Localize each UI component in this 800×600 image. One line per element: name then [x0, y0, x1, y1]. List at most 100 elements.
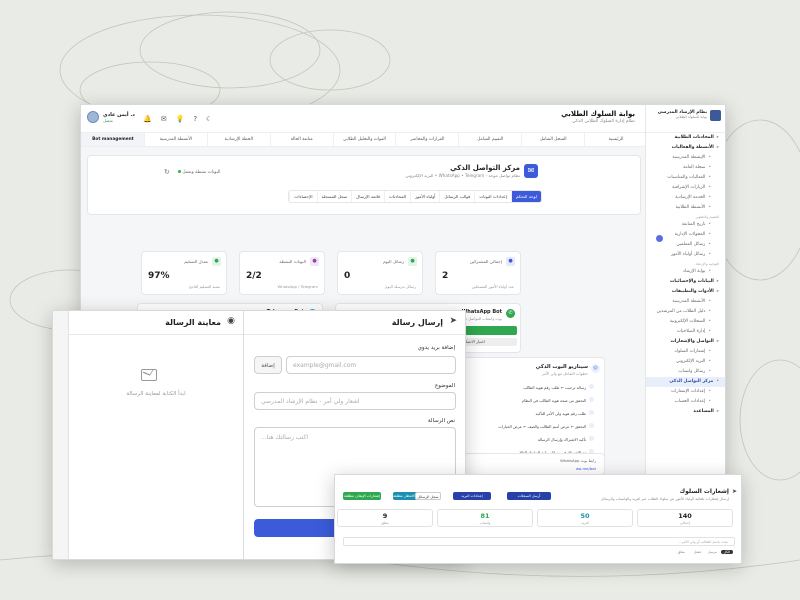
- sidebar-item-4[interactable]: • الفعاليات والمناسبات: [646, 173, 725, 183]
- moon-icon[interactable]: ☾: [206, 115, 212, 123]
- sidebar-item-17[interactable]: • الأنشطة المدرسية: [646, 297, 725, 307]
- sidebar-item-label: الأدوات والتطبيقات: [671, 289, 714, 294]
- envelope-icon: [141, 369, 157, 381]
- user-profile[interactable]: د. أيمن عادي متصل: [87, 111, 135, 123]
- tab-0[interactable]: الرئيسية: [584, 133, 647, 146]
- sidebar-item-28[interactable]: ▸ المساعدة: [646, 407, 725, 417]
- tab-5[interactable]: متابعة الحالة: [269, 133, 333, 146]
- bullet-icon: •: [708, 309, 711, 314]
- sidebar-item-18[interactable]: • دليل الطلاب من المرشدين: [646, 307, 725, 317]
- tab-2[interactable]: التقييم الشامل: [458, 133, 521, 146]
- subtab-5[interactable]: قائمة الإرسال: [351, 191, 385, 202]
- filter-tab-3[interactable]: معلق: [678, 550, 685, 554]
- sidebar-item-8: التقييم والتطوير: [646, 213, 725, 220]
- avatar[interactable]: [87, 111, 99, 123]
- sidebar-item-19[interactable]: • السجلات الإلكترونية: [646, 317, 725, 327]
- sidebar-item-12[interactable]: • رسائل أولياء الأمور: [646, 250, 725, 260]
- summary-stat: 81 واتساب: [437, 509, 533, 527]
- refresh-icon[interactable]: ↻: [164, 168, 170, 176]
- tab-8[interactable]: Bot management: [81, 133, 144, 146]
- stat-hint: نسبة التسليم الناجح: [188, 284, 220, 289]
- step-text: طلب رقم هوية ولي الأمر للتأكيد: [535, 411, 586, 416]
- search-input[interactable]: بحث باسم الطالب أو ولي الأمر...: [343, 537, 735, 546]
- tab-7[interactable]: الأنشطة المدرسية: [143, 133, 207, 146]
- preview-title: معاينة الرسالة: [165, 318, 221, 327]
- tab-1[interactable]: السجل الشامل: [521, 133, 584, 146]
- subtab-0[interactable]: لوحة التحكم: [510, 191, 541, 202]
- action-button-0[interactable]: إشعارات الإيقاف مطلقة: [343, 492, 381, 500]
- tab-4[interactable]: الفوات والتحليل الطلابي: [332, 133, 396, 146]
- scenario-step: تأكيد الاشتراك وإرسال الرسالة: [538, 436, 594, 442]
- subtab-1[interactable]: إعدادات البوتات: [474, 191, 511, 202]
- tab-3[interactable]: القرارات والمحاضر: [395, 133, 458, 146]
- sidebar-item-label: المحولات الإدارية: [674, 232, 706, 237]
- mail-icon[interactable]: ✉: [161, 115, 167, 123]
- sidebar-item-20[interactable]: • إدارة الصلاحيات: [646, 327, 725, 337]
- compose-title: إرسال رسالة: [391, 318, 443, 327]
- sidebar-item-26[interactable]: • إعدادات الإشعارات: [646, 387, 725, 397]
- filter-tab-1[interactable]: مرسل: [708, 550, 717, 554]
- bullet-icon: •: [708, 195, 711, 200]
- stat-label: إجمالي المشتركين: [469, 259, 502, 264]
- email-field[interactable]: example@gmail.com: [286, 356, 456, 374]
- send-icon: ●: [408, 257, 417, 266]
- send-icon: ➤: [731, 488, 737, 495]
- bullet-icon: ▸: [716, 409, 719, 414]
- bell-icon[interactable]: 🔔: [143, 115, 152, 123]
- scenario-step: التحقق ← عرض أسم الطالب والصف ← عرض الخي…: [498, 423, 594, 429]
- action-button-4[interactable]: أرسل السجلات: [507, 492, 551, 500]
- bot-link[interactable]: wa.me/bot: [576, 466, 596, 471]
- sidebar-item-6[interactable]: • الخدمة الإرشادية: [646, 193, 725, 203]
- subject-label: الموضوع: [434, 383, 455, 389]
- sidebar-item-15[interactable]: ▸ البيانات والإحصائيات: [646, 277, 725, 287]
- sidebar-item-23[interactable]: • البريد الإلكتروني: [646, 357, 725, 367]
- sidebar-item-16[interactable]: ▸ الأدوات والتطبيقات: [646, 287, 725, 297]
- sidebar-item-5[interactable]: • الزيارات الإشرافية: [646, 183, 725, 193]
- tab-6[interactable]: الخطة الإرشادية: [206, 133, 270, 146]
- action-button-3[interactable]: إعدادات البريد: [453, 492, 491, 500]
- sidebar-item-2[interactable]: • الإنشطة المدرسية: [646, 153, 725, 163]
- sidebar-item-7[interactable]: • الأنشطة الطلابية: [646, 203, 725, 213]
- sidebar-header: نظام الإرشاد المدرسي بوابة السلوك الطلاب…: [646, 105, 725, 133]
- stat-value: 97%: [148, 271, 170, 281]
- bulb-icon[interactable]: 💡: [176, 115, 185, 123]
- subtab-6[interactable]: سجل المسجلة: [316, 191, 352, 202]
- filter-tab-2[interactable]: فشل: [694, 550, 701, 554]
- sidebar-item-25[interactable]: • مركز التواصل الذكي: [646, 377, 725, 387]
- step-text: التحقق ← عرض أسم الطالب والصف ← عرض الخي…: [498, 424, 586, 429]
- subtab-7[interactable]: الإحصاءات: [289, 191, 317, 202]
- sidebar-item-3[interactable]: • سجلة العامة: [646, 163, 725, 173]
- filter-tab-0[interactable]: الكل: [720, 550, 733, 554]
- subject-field[interactable]: اشعار ولي أمر - نظام الإرشاد المدرسي: [254, 392, 456, 410]
- subtab-3[interactable]: أولياء الأمور: [410, 191, 440, 202]
- sidebar-item-22[interactable]: • إشعارات السلوك: [646, 347, 725, 357]
- question-icon[interactable]: ?: [193, 115, 197, 123]
- sidebar-item-label: الفعاليات والمناسبات: [667, 175, 706, 180]
- sidebar-item-24[interactable]: • رسائل واتساب: [646, 367, 725, 377]
- bullet-icon: •: [708, 175, 711, 180]
- subtab-2[interactable]: قوالب الرسائل: [439, 191, 475, 202]
- stat-label: معدل التسليم: [184, 259, 208, 264]
- bullet-icon: ▸: [716, 145, 719, 150]
- notifications-panel: ➤ إشعارات السلوك إرسال إشعارات تلقائية ل…: [334, 474, 742, 564]
- sidebar-item-9[interactable]: • تاريخ المتابعة: [646, 220, 725, 230]
- sidebar-item-label: إدارة الصلاحيات: [676, 329, 706, 334]
- subtab-4[interactable]: المحادثات: [384, 191, 411, 202]
- sidebar-item-0[interactable]: ▸ المحادثات الطلابية: [646, 133, 725, 143]
- sidebar-item-label: المساعدة: [693, 409, 714, 414]
- add-email-button[interactable]: إضافة: [254, 356, 282, 374]
- action-button-2[interactable]: سجل الرسائل: [415, 492, 441, 500]
- preview-header: ◉ معاينة الرسالة: [69, 311, 243, 335]
- users-icon: ●: [506, 257, 515, 266]
- bullet-icon: •: [708, 329, 711, 334]
- panel-subtitle: إرسال إشعارات تلقائية لأولياء الأمور عن …: [600, 497, 729, 501]
- sidebar-item-21[interactable]: ▸ التواصل والإشعارات: [646, 337, 725, 347]
- sidebar-item-label: بوابة الإرشاد: [682, 269, 706, 274]
- send-button[interactable]: [254, 519, 344, 537]
- sidebar-item-27[interactable]: • إعدادات الحساب: [646, 397, 725, 407]
- preview-pane: ◉ معاينة الرسالة ابدأ الكتابة لمعاينة ال…: [69, 311, 243, 559]
- scenario-subtitle: خطوات التفاعل مع ولي الأمر: [541, 371, 588, 376]
- bot-icon: ●: [310, 257, 319, 266]
- sidebar-item-14[interactable]: • بوابة الإرشاد: [646, 267, 725, 277]
- sidebar-item-1[interactable]: ▸ الأنشطة والفعاليات: [646, 143, 725, 153]
